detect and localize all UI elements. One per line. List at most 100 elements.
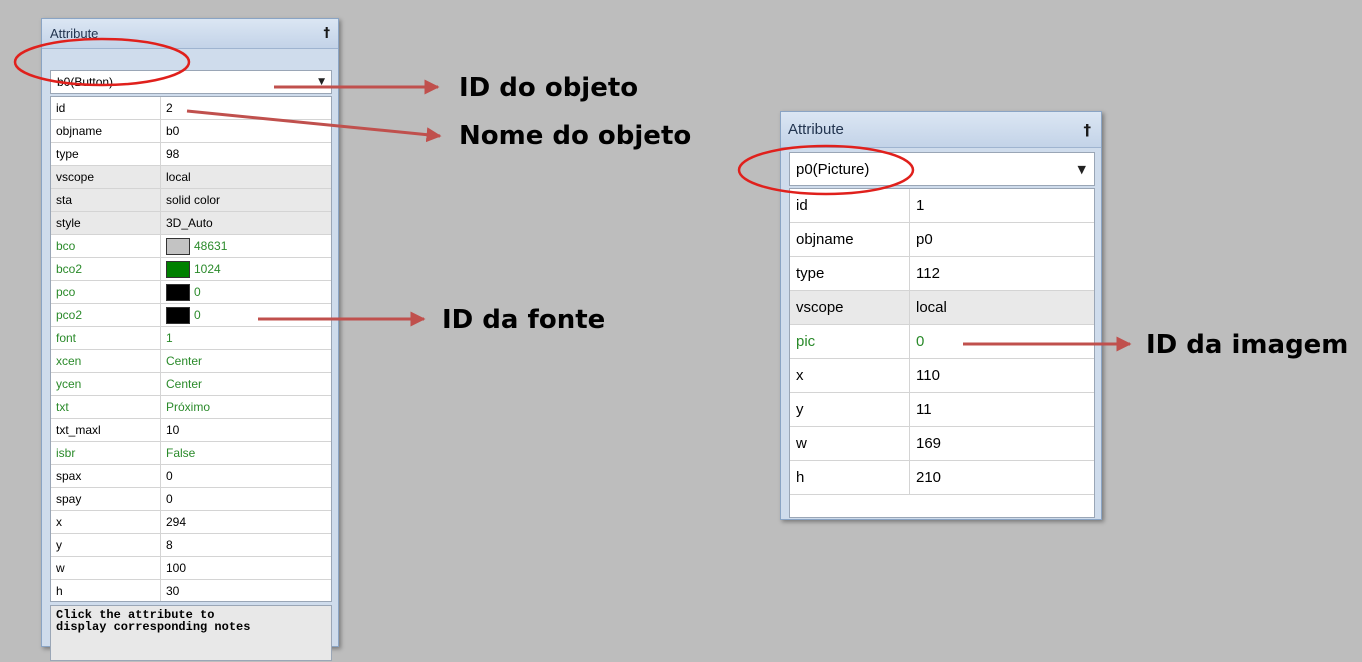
pin-icon[interactable]: † (1084, 121, 1092, 139)
attribute-row-vscope[interactable]: vscope local (51, 166, 331, 189)
attribute-value-cell[interactable]: 1 (161, 327, 173, 349)
label-id-imagem: ID da imagem (1146, 330, 1349, 360)
attribute-name: y (790, 393, 910, 426)
attribute-value-cell[interactable]: 210 (910, 461, 941, 494)
attribute-value-cell[interactable]: p0 (910, 223, 933, 256)
attribute-value: Center (166, 377, 203, 391)
attribute-row-pic[interactable]: pic 0 (790, 325, 1094, 359)
attribute-name: spay (51, 488, 161, 510)
attribute-row-spay[interactable]: spay 0 (51, 488, 331, 511)
attribute-row-h[interactable]: h 30 (51, 580, 331, 601)
attribute-row-style[interactable]: style 3D_Auto (51, 212, 331, 235)
label-id-objeto: ID do objeto (459, 73, 639, 103)
chevron-down-icon[interactable]: ▼ (1078, 163, 1086, 176)
attribute-row-pco[interactable]: pco 0 (51, 281, 331, 304)
attribute-value-cell[interactable]: 10 (161, 419, 179, 441)
attribute-name: bco2 (51, 258, 161, 280)
attribute-value-cell[interactable]: solid color (161, 189, 220, 211)
attribute-value-cell[interactable]: 0 (161, 304, 201, 326)
attribute-value-cell[interactable]: 0 (161, 488, 173, 510)
attribute-name: txt_maxl (51, 419, 161, 441)
attribute-row-pco2[interactable]: pco2 0 (51, 304, 331, 327)
pin-icon[interactable]: † (324, 26, 331, 41)
object-selector[interactable]: b0(Button) ▼ (50, 70, 332, 94)
attribute-value-cell[interactable]: 0 (910, 325, 924, 358)
attribute-row-id[interactable]: id 1 (790, 189, 1094, 223)
attribute-value: 1 (916, 197, 925, 214)
chevron-down-icon[interactable]: ▼ (318, 77, 325, 87)
attribute-value-cell[interactable]: Center (161, 350, 202, 372)
attribute-value: Próximo (166, 400, 211, 414)
attribute-value: 98 (166, 147, 180, 161)
attribute-value-cell[interactable]: 0 (161, 281, 201, 303)
attribute-value-cell[interactable]: 48631 (161, 235, 227, 257)
attribute-value-cell[interactable]: Center (161, 373, 202, 395)
attribute-value-cell[interactable]: b0 (161, 120, 179, 142)
attribute-name: id (51, 97, 161, 119)
attribute-value: 100 (166, 561, 187, 575)
attribute-row-type[interactable]: type 98 (51, 143, 331, 166)
object-selector[interactable]: p0(Picture) ▼ (789, 152, 1095, 186)
attribute-grid: id 2 objname b0 type 98 vscope local sta solid co… (50, 96, 332, 602)
attribute-name: ycen (51, 373, 161, 395)
attribute-row-x[interactable]: x 294 (51, 511, 331, 534)
attribute-name: xcen (51, 350, 161, 372)
color-swatch[interactable] (166, 283, 190, 301)
color-swatch[interactable] (166, 306, 190, 324)
attribute-row-objname[interactable]: objname b0 (51, 120, 331, 143)
attribute-value-cell[interactable]: 1 (910, 189, 924, 222)
attribute-row-w[interactable]: w 100 (51, 557, 331, 580)
attribute-value-cell[interactable]: 98 (161, 143, 179, 165)
attribute-row-ycen[interactable]: ycen Center (51, 373, 331, 396)
attribute-row-objname[interactable]: objname p0 (790, 223, 1094, 257)
attribute-value-cell[interactable]: 3D_Auto (161, 212, 213, 234)
attribute-row-spax[interactable]: spax 0 (51, 465, 331, 488)
attribute-name: style (51, 212, 161, 234)
attribute-name: pic (790, 325, 910, 358)
attribute-panel-picture: Attribute † p0(Picture) ▼ id 1 objname p0 ty… (780, 111, 1102, 520)
attribute-value-cell[interactable]: Próximo (161, 396, 210, 418)
attribute-value: 110 (916, 367, 940, 384)
attribute-row-vscope[interactable]: vscope local (790, 291, 1094, 325)
attribute-row-font[interactable]: font 1 (51, 327, 331, 350)
attribute-row-xcen[interactable]: xcen Center (51, 350, 331, 373)
attribute-row-y[interactable]: y 11 (790, 393, 1094, 427)
attribute-name: x (790, 359, 910, 392)
attribute-grid: id 1 objname p0 type 112 vscope local pic 0 x 110 y 1… (789, 188, 1095, 518)
color-swatch[interactable] (166, 237, 190, 255)
attribute-row-x[interactable]: x 110 (790, 359, 1094, 393)
attribute-value-cell[interactable]: 11 (910, 393, 932, 426)
attribute-value-cell[interactable]: 1024 (161, 258, 221, 280)
attribute-value: 30 (166, 584, 180, 598)
attribute-row-h[interactable]: h 210 (790, 461, 1094, 495)
attribute-row-isbr[interactable]: isbr False (51, 442, 331, 465)
attribute-row-id[interactable]: id 2 (51, 97, 331, 120)
attribute-value-cell[interactable]: 294 (161, 511, 186, 533)
attribute-name: vscope (51, 166, 161, 188)
attribute-value-cell[interactable]: 110 (910, 359, 940, 392)
attribute-row-bco[interactable]: bco 48631 (51, 235, 331, 258)
attribute-row-txt_maxl[interactable]: txt_maxl 10 (51, 419, 331, 442)
attribute-value-cell[interactable]: 30 (161, 580, 180, 601)
attribute-value-cell[interactable]: 112 (910, 257, 940, 290)
attribute-row-sta[interactable]: sta solid color (51, 189, 331, 212)
object-selector-value: p0(Picture) (796, 160, 870, 178)
attribute-row-type[interactable]: type 112 (790, 257, 1094, 291)
attribute-value-cell[interactable]: False (161, 442, 195, 464)
attribute-value-cell[interactable]: local (910, 291, 947, 324)
attribute-value: 0 (166, 492, 173, 506)
attribute-row-y[interactable]: y8 (51, 534, 331, 557)
attribute-row-bco2[interactable]: bco2 1024 (51, 258, 331, 281)
attribute-value-cell[interactable]: local (161, 166, 191, 188)
label-nome-objeto: Nome do objeto (459, 121, 692, 151)
attribute-row-txt[interactable]: txt Próximo (51, 396, 331, 419)
attribute-value-cell[interactable]: 0 (161, 465, 173, 487)
attribute-value-cell[interactable]: 2 (161, 97, 173, 119)
attribute-name: id (790, 189, 910, 222)
attribute-value-cell[interactable]: 169 (910, 427, 941, 460)
attribute-row-w[interactable]: w 169 (790, 427, 1094, 461)
attribute-value: 210 (916, 469, 942, 486)
attribute-value-cell[interactable]: 8 (161, 534, 173, 556)
color-swatch[interactable] (166, 260, 190, 278)
attribute-value-cell[interactable]: 100 (161, 557, 186, 579)
